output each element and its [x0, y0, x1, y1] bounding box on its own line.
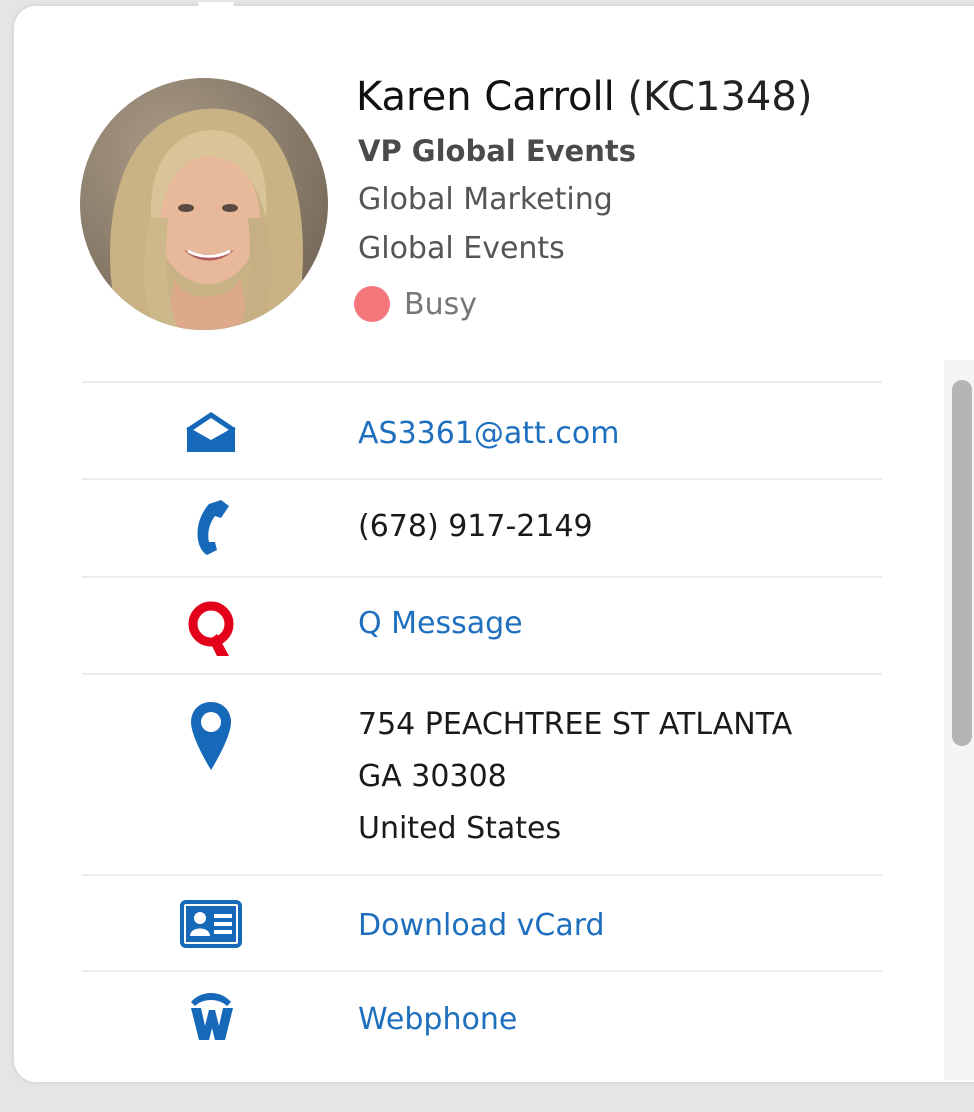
presence-dot-icon: [354, 286, 390, 322]
organization: Global Marketing: [358, 182, 613, 217]
popover-pointer: [198, 2, 234, 16]
q-messenger-icon[interactable]: [176, 600, 246, 658]
envelope-open-icon[interactable]: [176, 408, 246, 456]
divider: [82, 478, 882, 480]
divider: [82, 576, 882, 578]
scrollbar-thumb[interactable]: [952, 380, 972, 746]
phone-number[interactable]: (678) 917-2149: [358, 500, 593, 553]
contact-card-icon[interactable]: [176, 900, 246, 948]
contact-popup-page: Karen Carroll (KC1348) VP Global Events …: [0, 0, 974, 1112]
map-pin-icon[interactable]: [176, 700, 246, 772]
download-vcard-link[interactable]: Download vCard: [358, 899, 605, 952]
job-title: VP Global Events: [358, 134, 636, 168]
department: Global Events: [358, 231, 565, 266]
presence-status: Busy: [354, 284, 477, 324]
avatar[interactable]: [80, 78, 328, 330]
address-line-3: United States: [358, 811, 562, 846]
phone-icon[interactable]: [176, 498, 246, 556]
webphone-link[interactable]: Webphone: [358, 993, 517, 1046]
q-message-link[interactable]: Q Message: [358, 597, 523, 650]
presence-label: Busy: [404, 286, 477, 322]
email-link[interactable]: AS3361@att.com: [358, 407, 619, 460]
contact-name-line: Karen Carroll (KC1348): [356, 72, 812, 122]
address-line-1: 754 PEACHTREE ST ATLANTA: [358, 707, 793, 742]
divider: [82, 874, 882, 876]
address-line-2: GA 30308: [358, 759, 507, 794]
contact-name: Karen Carroll: [356, 74, 615, 120]
webphone-w-icon[interactable]: [176, 990, 246, 1042]
divider: [82, 381, 882, 383]
divider: [82, 970, 882, 972]
contact-attuid: (KC1348): [627, 74, 813, 120]
divider: [82, 673, 882, 675]
